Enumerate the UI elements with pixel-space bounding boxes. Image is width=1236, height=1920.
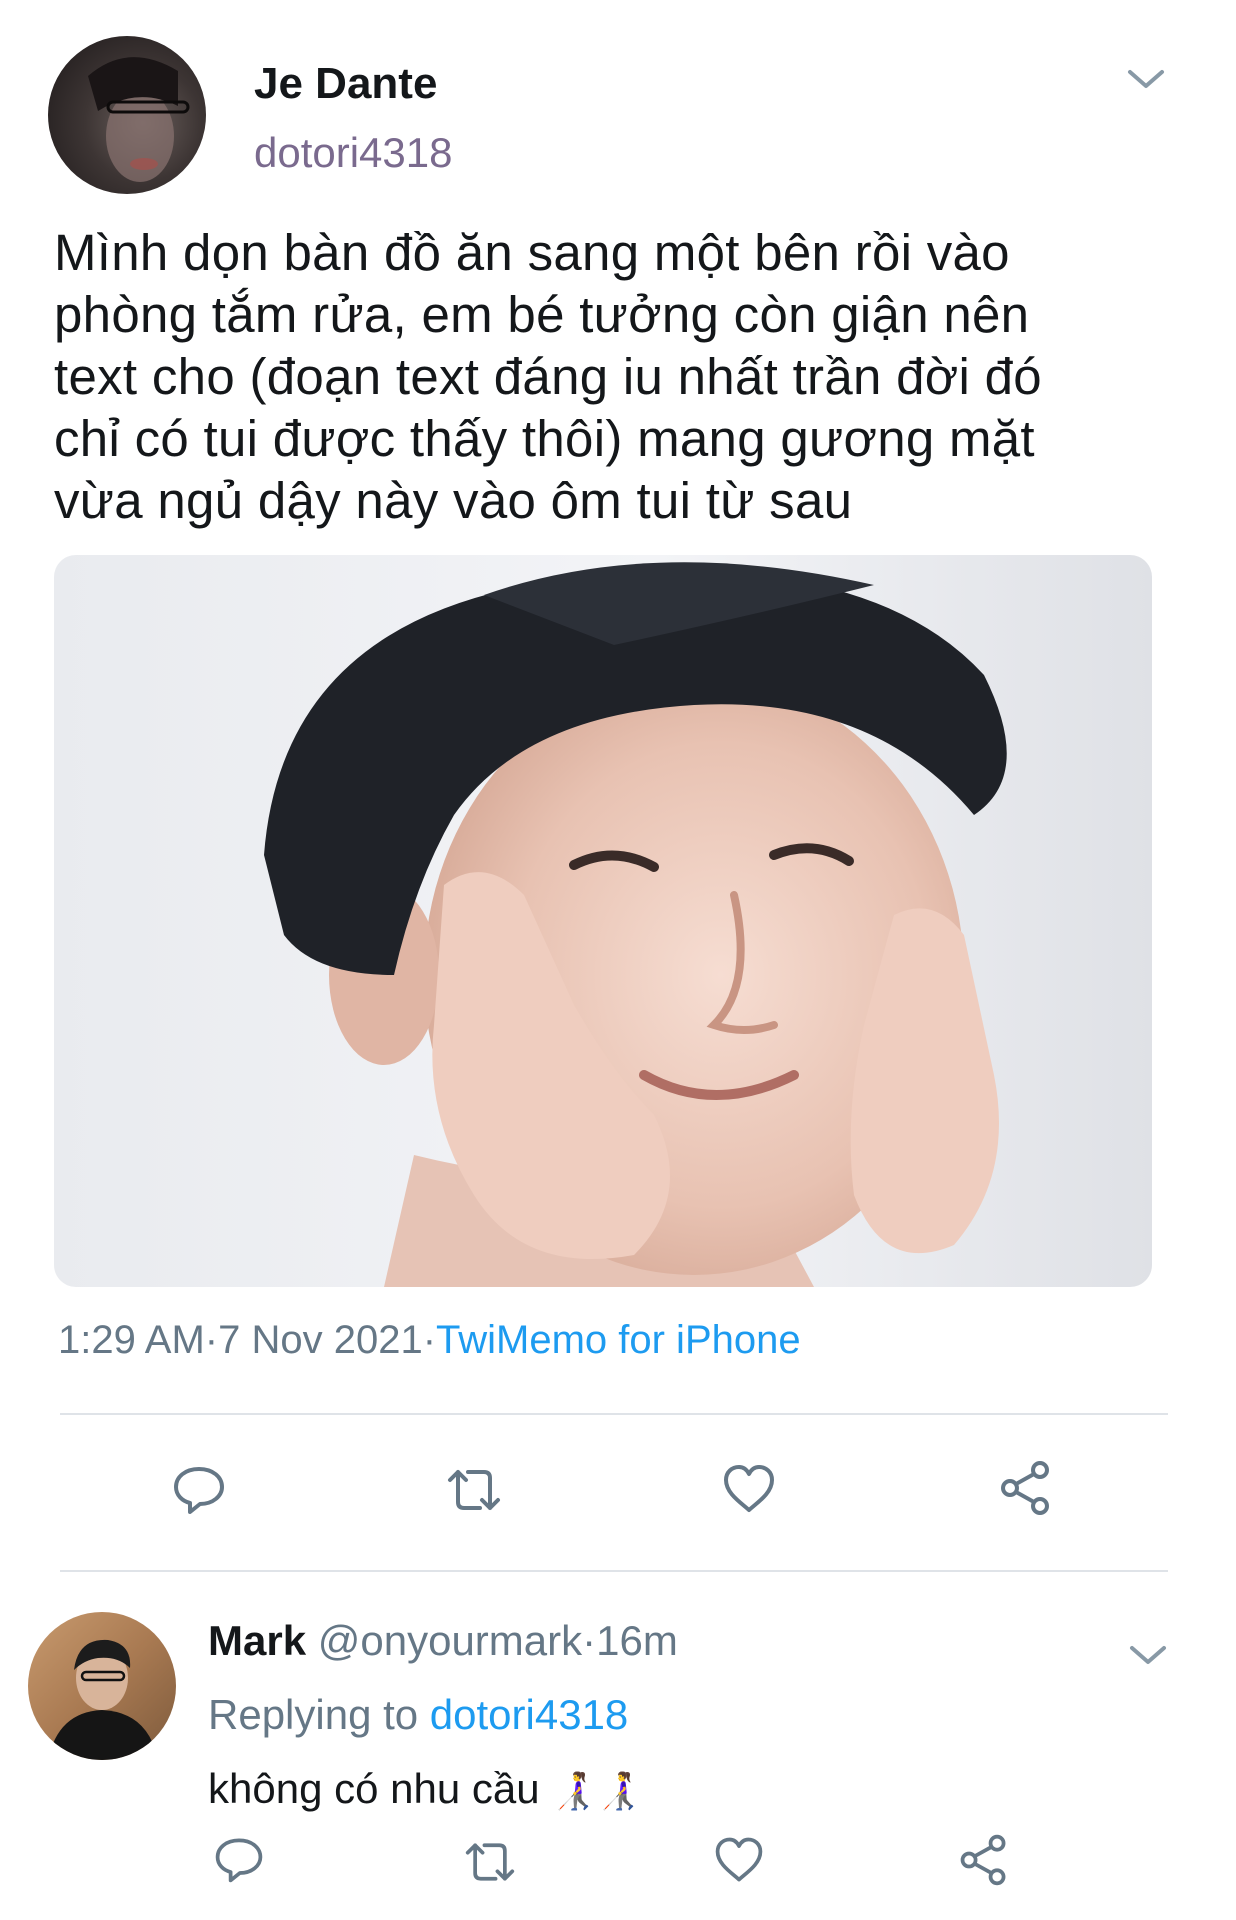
tweet-time: 1:29 AM <box>58 1318 205 1362</box>
retweet-icon <box>448 1470 500 1510</box>
reply-reply-button[interactable] <box>212 1832 266 1886</box>
reply-menu-button[interactable] <box>1126 1640 1170 1675</box>
reply-text: không có nhu cầu <box>208 1765 540 1812</box>
tweet-text: Mình dọn bàn đồ ăn sang một bên rồi vào … <box>54 224 1042 529</box>
share-icon <box>1001 1461 1049 1515</box>
like-icon <box>715 1837 763 1882</box>
reply-text-line: không có nhu cầu 👩‍🦯👩‍🦯 <box>208 1768 641 1810</box>
tweet-source-link[interactable]: TwiMemo for iPhone <box>436 1318 801 1362</box>
meta-separator: · <box>204 1318 219 1362</box>
reply-like-button[interactable] <box>712 1834 766 1886</box>
reply-retweet-button[interactable] <box>462 1836 518 1888</box>
reply-icon <box>174 1467 224 1514</box>
tweet-date: 7 Nov 2021 <box>218 1318 423 1362</box>
chevron-down-icon <box>1128 70 1164 88</box>
chevron-down-icon <box>1130 1646 1166 1664</box>
divider <box>60 1570 1168 1572</box>
reply-share-button[interactable] <box>956 1832 1012 1888</box>
divider <box>60 1413 1168 1415</box>
author-handle[interactable]: dotori4318 <box>254 132 453 174</box>
reply-button[interactable] <box>170 1460 228 1518</box>
avatar-portrait <box>48 1639 158 1760</box>
like-button[interactable] <box>720 1462 778 1516</box>
meta-separator: · <box>582 1617 597 1664</box>
reply-icon <box>215 1838 263 1883</box>
tweet-menu-button[interactable] <box>1124 64 1168 99</box>
replying-to: Replying to dotori4318 <box>208 1694 628 1736</box>
reply-author-avatar[interactable] <box>28 1612 176 1760</box>
replying-prefix: Replying to <box>208 1691 419 1738</box>
reply-emoji: 👩‍🦯👩‍🦯 <box>551 1770 641 1811</box>
meta-separator: · <box>422 1318 437 1362</box>
reply-age: 16m <box>596 1617 678 1664</box>
like-icon <box>724 1465 774 1512</box>
share-icon <box>960 1834 1006 1886</box>
reply-header: Mark @onyourmark·16m <box>208 1620 678 1662</box>
tweet-meta: 1:29 AM·7 Nov 2021·TwiMemo for iPhone <box>58 1320 801 1360</box>
retweet-icon <box>465 1843 515 1881</box>
reply-author-handle[interactable]: @onyourmark <box>318 1617 582 1664</box>
reply-author-name[interactable]: Mark <box>208 1617 306 1664</box>
replying-to-link[interactable]: dotori4318 <box>430 1691 629 1738</box>
author-avatar[interactable] <box>48 36 206 194</box>
avatar-portrait <box>88 57 190 182</box>
author-name[interactable]: Je Dante <box>254 62 437 106</box>
photo-image <box>264 562 1007 1287</box>
retweet-button[interactable] <box>444 1462 504 1518</box>
share-button[interactable] <box>996 1458 1056 1518</box>
tweet-photo[interactable] <box>54 555 1152 1287</box>
